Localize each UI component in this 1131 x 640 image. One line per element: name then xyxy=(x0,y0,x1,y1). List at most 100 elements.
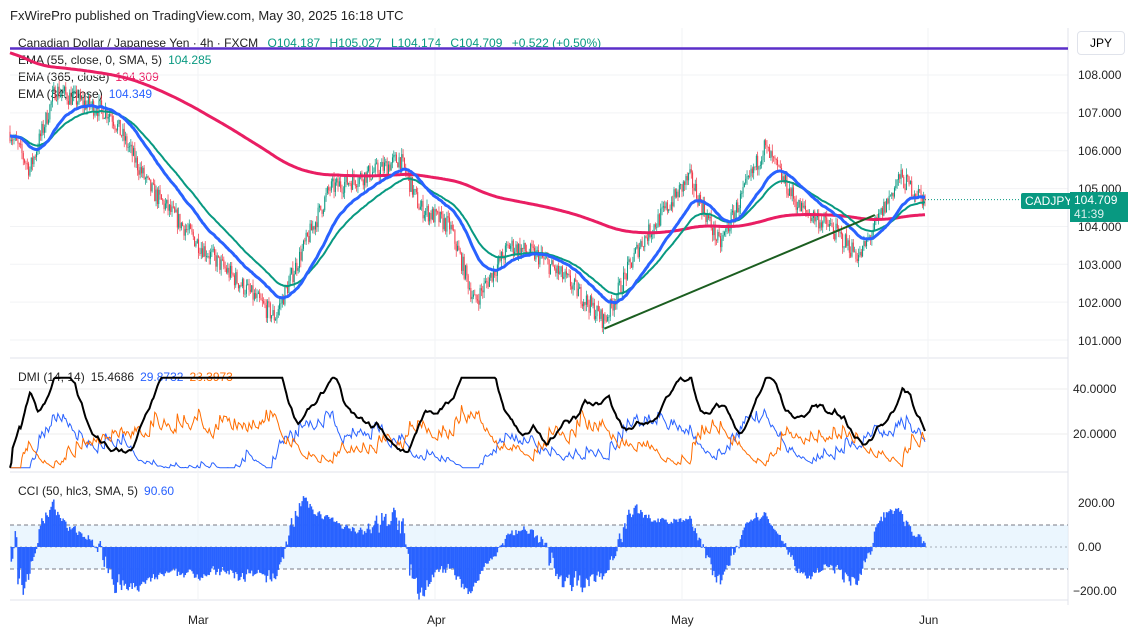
candle-body xyxy=(899,174,901,179)
candle-body xyxy=(267,301,269,318)
candle-body xyxy=(676,191,678,197)
candle-body xyxy=(514,251,516,254)
candle-body xyxy=(58,86,60,97)
candle-body xyxy=(589,296,591,313)
candle-body xyxy=(480,288,482,291)
candle-body xyxy=(21,144,23,154)
candle-body xyxy=(147,176,149,178)
candle-body xyxy=(365,172,367,183)
candle-body xyxy=(880,208,882,214)
candle-body xyxy=(737,202,739,213)
candle-body xyxy=(889,195,891,197)
candle-body xyxy=(235,272,237,286)
candle-body xyxy=(860,251,862,257)
candle-body xyxy=(240,285,242,287)
candle-body xyxy=(296,262,298,271)
candle-body xyxy=(471,296,473,300)
candle-body xyxy=(121,135,123,137)
candle-body xyxy=(702,202,704,214)
candle-body xyxy=(333,178,335,192)
candle-body xyxy=(279,303,281,310)
candle-body xyxy=(13,138,15,141)
candle-body xyxy=(320,205,322,210)
candle-body xyxy=(568,273,570,276)
candle-body xyxy=(402,154,404,158)
candle-body xyxy=(882,208,884,216)
candle-body xyxy=(848,240,850,253)
candle-body xyxy=(260,297,262,301)
candle-body xyxy=(661,207,663,209)
candle-body xyxy=(176,209,178,228)
candle-body xyxy=(395,154,397,163)
candle-body xyxy=(758,166,760,170)
candle-body xyxy=(328,187,330,191)
time-tick: May xyxy=(671,613,694,627)
candle-body xyxy=(62,91,64,94)
candle-body xyxy=(612,304,614,311)
candle-body xyxy=(292,267,294,283)
chart-canvas[interactable] xyxy=(0,0,1131,640)
candle-body xyxy=(447,216,449,218)
candle-body xyxy=(725,228,727,232)
candle-body xyxy=(334,182,336,192)
candle-body xyxy=(224,266,226,269)
candle-body xyxy=(368,165,370,171)
candle-body xyxy=(94,112,96,116)
candle-body xyxy=(798,199,800,208)
candle-body xyxy=(338,181,340,187)
candle-body xyxy=(417,192,419,208)
candle-body xyxy=(800,202,802,212)
candle-body xyxy=(160,194,162,200)
candle-body xyxy=(358,176,360,184)
candle-body xyxy=(241,279,243,287)
candle-body xyxy=(826,217,828,224)
candle-body xyxy=(708,214,710,219)
candle-body xyxy=(430,212,432,220)
candle-body xyxy=(705,214,707,222)
candle-body xyxy=(475,294,477,300)
candle-body xyxy=(228,267,230,278)
candle-body xyxy=(129,146,131,148)
candle-body xyxy=(474,294,476,296)
candle-body xyxy=(827,223,829,227)
candle-body xyxy=(264,302,266,306)
candle-body xyxy=(221,259,223,261)
candle-body xyxy=(750,168,752,177)
candle-body xyxy=(330,181,332,191)
candle-body xyxy=(26,163,28,165)
candle-body xyxy=(762,155,764,161)
candle-body xyxy=(575,279,577,281)
candle-body xyxy=(42,123,44,133)
candle-body xyxy=(337,178,339,187)
candle-body xyxy=(87,96,89,105)
candle-body xyxy=(377,162,379,173)
candle-body xyxy=(29,169,31,176)
candle-body xyxy=(232,273,234,276)
candle-body xyxy=(41,123,43,137)
candle-body xyxy=(478,300,480,305)
candle-body xyxy=(82,97,84,107)
candle-body xyxy=(506,244,508,246)
currency-button[interactable]: JPY xyxy=(1077,31,1125,55)
price-tick: 108.000 xyxy=(1078,68,1122,82)
candle-body xyxy=(892,192,894,197)
candle-body xyxy=(325,193,327,198)
candle-body xyxy=(836,223,838,229)
candle-body xyxy=(694,183,696,191)
candle-body xyxy=(581,304,583,307)
candle-body xyxy=(814,211,816,222)
time-tick: Apr xyxy=(427,613,446,627)
candle-body xyxy=(216,255,218,267)
candle-body xyxy=(751,168,753,174)
candle-body xyxy=(624,272,626,274)
candle-body xyxy=(77,102,79,105)
candle-body xyxy=(446,216,448,232)
candle-body xyxy=(770,151,772,158)
candle-body xyxy=(74,90,76,92)
candle-body xyxy=(99,100,101,102)
candle-body xyxy=(666,202,668,212)
candle-body xyxy=(66,93,68,101)
candle-body xyxy=(851,242,853,257)
candle-body xyxy=(182,222,184,226)
candle-body xyxy=(263,301,265,303)
